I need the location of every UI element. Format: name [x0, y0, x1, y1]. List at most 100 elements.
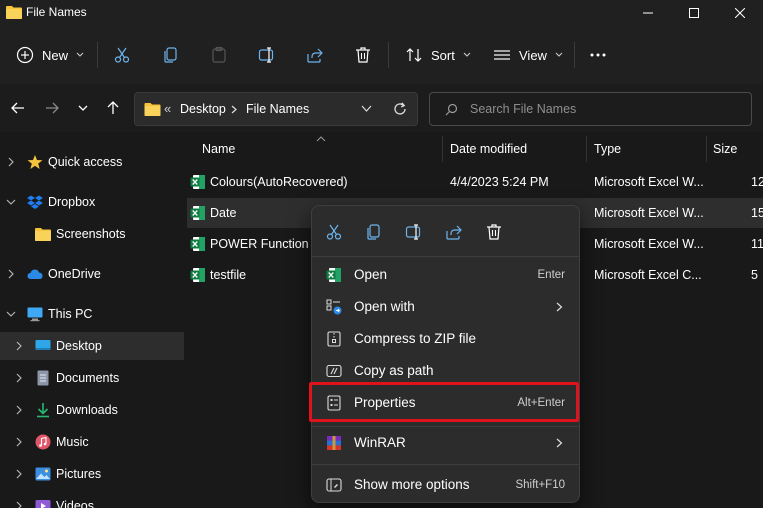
nav-label: Downloads [56, 403, 118, 417]
up-button[interactable] [101, 96, 125, 120]
nav-item-videos[interactable]: Videos [0, 492, 184, 508]
sort-ascending-icon [316, 136, 326, 142]
excel-file-icon [190, 206, 205, 220]
file-size: 12 [751, 175, 763, 189]
chevron-down-icon [76, 52, 84, 57]
chevron-down-icon [555, 52, 563, 57]
new-button[interactable]: New [16, 38, 84, 72]
chevron-right-icon[interactable] [6, 269, 16, 279]
file-size: 5 [751, 268, 758, 282]
sort-button[interactable]: Sort [405, 38, 471, 72]
breadcrumb-overflow[interactable]: « [164, 101, 171, 116]
column-header-date[interactable]: Date modified [450, 142, 527, 156]
copy-icon [367, 224, 380, 240]
address-row: « Desktop File Names Search File Names [0, 84, 763, 132]
nav-item-documents[interactable]: Documents [0, 364, 184, 392]
column-divider[interactable] [706, 136, 707, 162]
file-date: 4/4/2023 5:24 PM [450, 175, 549, 189]
column-header-size[interactable]: Size [713, 142, 737, 156]
column-header-type[interactable]: Type [594, 142, 621, 156]
copy-button[interactable] [162, 38, 180, 72]
menu-divider [312, 256, 579, 257]
dropbox-icon [27, 195, 43, 209]
nav-item-desktop[interactable]: Desktop [0, 332, 184, 360]
nav-item-downloads[interactable]: Downloads [0, 396, 184, 424]
share-button[interactable] [306, 38, 324, 72]
copy-icon [164, 47, 177, 63]
monitor-icon [27, 307, 43, 322]
ctx-copy-button[interactable] [360, 218, 388, 246]
search-icon [445, 103, 458, 116]
chevron-right-icon[interactable] [14, 405, 24, 415]
nav-label: Videos [56, 499, 94, 508]
menu-item-label: Compress to ZIP file [354, 331, 477, 346]
menu-item-open[interactable]: Open Enter [316, 260, 577, 290]
folder-icon [35, 228, 51, 241]
menu-item-label: Show more options [354, 477, 470, 492]
more-dots-icon [590, 53, 606, 57]
chevron-right-icon[interactable] [14, 341, 24, 351]
chevron-down-icon[interactable] [6, 197, 16, 207]
menu-item-compress-zip[interactable]: Compress to ZIP file [316, 324, 577, 354]
recent-locations-button[interactable] [71, 96, 95, 120]
more-button[interactable] [589, 38, 607, 72]
refresh-icon[interactable] [393, 102, 407, 116]
nav-item-dropbox[interactable]: Dropbox [0, 188, 184, 216]
nav-item-pictures[interactable]: Pictures [0, 460, 184, 488]
excel-csv-file-icon [190, 268, 205, 282]
chevron-right-icon[interactable] [14, 437, 24, 447]
close-icon [735, 8, 745, 18]
delete-button[interactable] [354, 38, 372, 72]
column-divider[interactable] [442, 136, 443, 162]
nav-item-screenshots[interactable]: Screenshots [0, 220, 184, 248]
maximize-button[interactable] [671, 0, 717, 26]
chevron-down-icon[interactable] [6, 309, 16, 319]
menu-item-label: Open [354, 267, 388, 282]
nav-item-onedrive[interactable]: OneDrive [0, 260, 184, 288]
forward-button[interactable] [40, 96, 64, 120]
nav-label: OneDrive [48, 267, 101, 281]
nav-item-music[interactable]: Music [0, 428, 184, 456]
ctx-share-button[interactable] [440, 218, 468, 246]
rename-button[interactable] [258, 38, 276, 72]
nav-label: Pictures [56, 467, 102, 481]
file-name: Colours(AutoRecovered) [210, 175, 348, 189]
view-button[interactable]: View [493, 38, 563, 72]
winrar-icon [327, 436, 341, 450]
menu-item-open-with[interactable]: Open with [316, 292, 577, 322]
column-header-name[interactable]: Name [202, 142, 235, 156]
paste-button[interactable] [210, 38, 228, 72]
close-button[interactable] [717, 0, 763, 26]
view-icon [494, 50, 510, 60]
search-box[interactable]: Search File Names [429, 92, 752, 126]
breadcrumb-desktop[interactable]: Desktop [180, 102, 226, 116]
chevron-right-icon[interactable] [14, 469, 24, 479]
breadcrumb-file-names[interactable]: File Names [246, 102, 309, 116]
column-divider[interactable] [586, 136, 587, 162]
excel-file-icon [190, 237, 205, 251]
arrow-up-icon [107, 101, 119, 114]
chevron-down-icon[interactable] [361, 105, 372, 113]
cut-button[interactable] [113, 38, 131, 72]
table-row[interactable]: Colours(AutoRecovered) 4/4/2023 5:24 PM … [187, 167, 763, 197]
chevron-right-icon[interactable] [6, 157, 16, 167]
back-button[interactable] [6, 96, 30, 120]
download-icon [37, 403, 49, 418]
chevron-right-icon[interactable] [14, 373, 24, 383]
ctx-rename-button[interactable] [400, 218, 428, 246]
menu-item-winrar[interactable]: WinRAR [316, 428, 577, 458]
menu-divider [312, 426, 579, 427]
chevron-right-icon[interactable] [14, 501, 24, 508]
ctx-delete-button[interactable] [480, 218, 508, 246]
title-bar: File Names [0, 0, 763, 26]
nav-item-quick-access[interactable]: Quick access [0, 148, 184, 176]
address-bar[interactable]: « Desktop File Names [134, 92, 418, 126]
minimize-button[interactable] [625, 0, 671, 26]
ctx-cut-button[interactable] [320, 218, 348, 246]
menu-shortcut: Shift+F10 [515, 479, 565, 491]
nav-item-this-pc[interactable]: This PC [0, 300, 184, 328]
cloud-icon [27, 269, 43, 279]
command-bar: New Sort View [0, 26, 763, 84]
search-placeholder: Search File Names [470, 102, 577, 116]
menu-item-show-more-options[interactable]: Show more options Shift+F10 [316, 470, 577, 500]
